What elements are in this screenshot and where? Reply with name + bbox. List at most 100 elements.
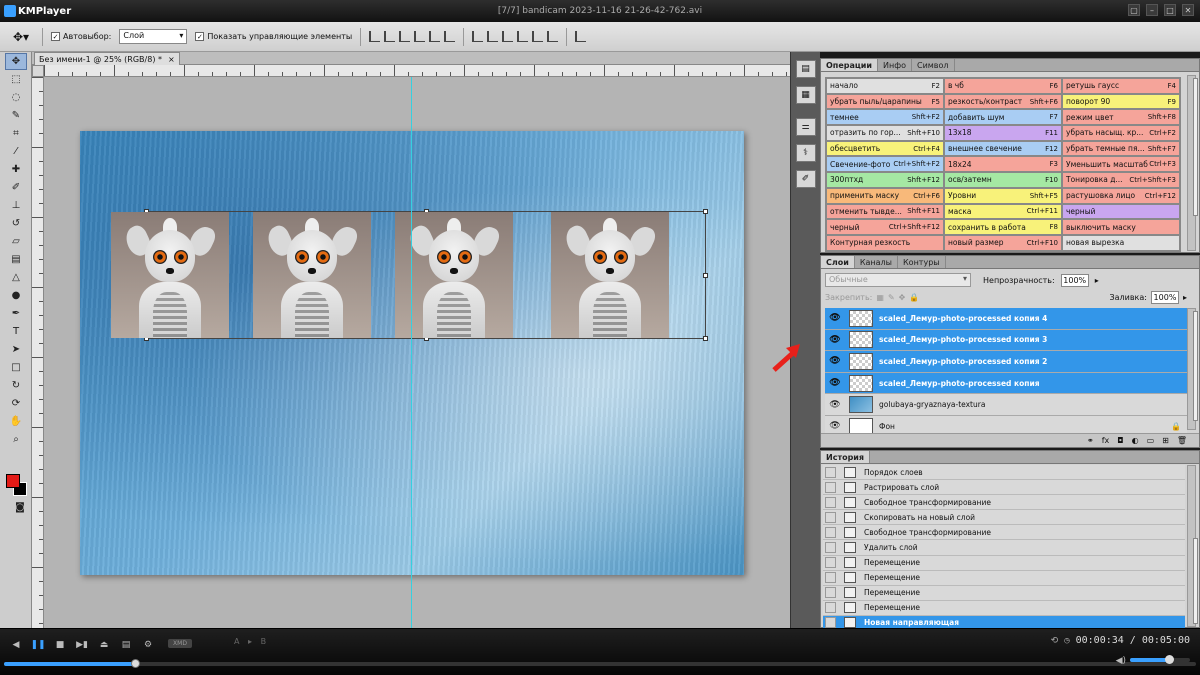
shape-tool[interactable]: □	[5, 359, 27, 376]
new-group-icon[interactable]: ▭	[1147, 436, 1155, 445]
action-button[interactable]: новая вырезка	[1062, 234, 1180, 251]
eject-icon[interactable]: ⏏	[98, 639, 110, 651]
action-button[interactable]: выключить маску	[1062, 219, 1180, 235]
volume-handle[interactable]	[1165, 655, 1174, 664]
action-button[interactable]: поворот 90 F9	[1062, 93, 1180, 110]
brush-tool[interactable]: ✐	[5, 179, 27, 196]
lemur-photo[interactable]	[111, 212, 229, 338]
zoom-tool[interactable]: ⌕	[5, 431, 27, 448]
history-item[interactable]: Растрировать слой	[823, 480, 1185, 496]
healing-brush-tool[interactable]: ✚	[5, 161, 27, 178]
repeat-icon[interactable]: ⟲	[1051, 636, 1059, 646]
align-left-icon[interactable]	[414, 31, 426, 42]
action-button[interactable]: Контурная резкость	[826, 234, 944, 251]
history-item[interactable]: Перемещение	[823, 570, 1185, 586]
snapshot-checkbox[interactable]	[825, 542, 836, 554]
history-item[interactable]: Перемещение	[823, 585, 1185, 601]
ruler-corner[interactable]	[32, 65, 44, 77]
history-brush-tool[interactable]: ↺	[5, 215, 27, 232]
fill-slider-icon[interactable]: ▸	[1183, 293, 1187, 302]
dodge-tool[interactable]: ●	[5, 287, 27, 304]
blur-tool[interactable]: △	[5, 269, 27, 286]
quick-mask-icon[interactable]: ◙	[9, 499, 31, 516]
panel-tab[interactable]: Слои	[821, 256, 855, 268]
adjustment-layer-icon[interactable]: ◐	[1132, 436, 1139, 445]
scroll-thumb[interactable]	[1193, 538, 1198, 624]
distribute-right-icon[interactable]	[547, 31, 559, 42]
quick-select-tool[interactable]: ✎	[5, 107, 27, 124]
visibility-eye-icon[interactable]: 👁	[828, 354, 842, 368]
fx-icon[interactable]: fx	[1102, 436, 1110, 445]
move-tool-preset[interactable]: ✥▾	[8, 27, 34, 47]
action-button[interactable]: Уменьшить масштаб Ctrl+F3	[1062, 156, 1180, 173]
history-panel-icon[interactable]: ▦	[795, 86, 816, 104]
action-button[interactable]: начало F2	[826, 78, 944, 94]
pin-icon[interactable]: ▢	[1128, 4, 1140, 16]
action-button[interactable]: темнее Shft+F2	[826, 109, 944, 126]
align-top-icon[interactable]	[369, 31, 381, 42]
history-item[interactable]: Скопировать на новый слой	[823, 510, 1185, 526]
distribute-top-icon[interactable]	[472, 31, 484, 42]
align-hcenter-icon[interactable]	[429, 31, 441, 42]
action-button[interactable]: добавить шум F7	[944, 109, 1062, 126]
horizontal-ruler[interactable]	[44, 65, 790, 77]
auto-select-dropdown[interactable]: Слой	[119, 29, 188, 44]
history-item[interactable]: Перемещение	[823, 555, 1185, 571]
action-button[interactable]: режим цвет Shft+F8	[1062, 109, 1180, 126]
settings-icon[interactable]: ⚙	[142, 639, 154, 651]
playlist-icon[interactable]: ▤	[120, 639, 132, 651]
3d-orbit-tool[interactable]: ⟳	[5, 395, 27, 412]
transform-handle[interactable]	[703, 209, 708, 214]
action-button[interactable]: Уровни Shft+F5	[944, 187, 1062, 204]
maximize-icon[interactable]: □	[1164, 4, 1176, 16]
visibility-eye-icon[interactable]: 👁	[828, 311, 842, 325]
actions-scrollbar[interactable]	[1187, 75, 1198, 251]
scroll-thumb[interactable]	[1193, 78, 1198, 216]
action-button[interactable]: 18x24 F3	[944, 156, 1062, 173]
lock-all-icon[interactable]: 🔒	[909, 293, 919, 302]
action-button[interactable]: отразить по гор... Shft+F10	[826, 125, 944, 141]
opacity-slider-icon[interactable]: ▸	[1095, 276, 1099, 285]
close-tab-icon[interactable]: ×	[168, 55, 175, 64]
hand-tool[interactable]: ✋	[5, 413, 27, 430]
pause-icon[interactable]: ❚❚	[30, 639, 45, 651]
action-button[interactable]: резкость/контраст Shft+F6	[944, 93, 1062, 110]
opacity-input[interactable]: 100%	[1060, 273, 1089, 287]
distribute-bottom-icon[interactable]	[502, 31, 514, 42]
action-button[interactable]: растушовка лицо Ctrl+F12	[1062, 187, 1180, 204]
seek-handle[interactable]	[131, 659, 141, 668]
visibility-eye-icon[interactable]: 👁	[828, 376, 842, 390]
distribute-hcenter-icon[interactable]	[532, 31, 544, 42]
lasso-tool[interactable]: ◌	[5, 89, 27, 106]
action-button[interactable]: осв/затемн F10	[944, 172, 1062, 188]
action-button[interactable]: убрать темные пя... Shft+F7	[1062, 140, 1180, 157]
fill-input[interactable]: 100%	[1150, 290, 1179, 304]
action-button[interactable]: в чб F6	[944, 78, 1062, 94]
vertical-ruler[interactable]	[32, 77, 44, 628]
history-scrollbar[interactable]	[1187, 465, 1198, 627]
action-button[interactable]: убрать насыщ. кр... Ctrl+F2	[1062, 125, 1180, 141]
next-icon[interactable]: ▶▮	[76, 639, 88, 651]
type-tool[interactable]: T	[5, 323, 27, 340]
snapshot-checkbox[interactable]	[825, 602, 836, 614]
align-vcenter-icon[interactable]	[384, 31, 396, 42]
layer-row[interactable]: 👁 scaled_Лемур-photo-processed копия 3	[825, 329, 1187, 352]
scroll-thumb[interactable]	[1193, 311, 1198, 421]
action-button[interactable]: применить маску Ctrl+F6	[826, 187, 944, 204]
layer-row[interactable]: 👁 scaled_Лемур-photo-processed копия	[825, 372, 1187, 395]
foreground-color-swatch[interactable]	[6, 474, 20, 488]
add-mask-icon[interactable]: ◘	[1117, 436, 1123, 445]
snapshot-checkbox[interactable]	[825, 466, 836, 478]
layer-row[interactable]: 👁 golubaya-gryaznaya-textura	[825, 394, 1187, 416]
action-button[interactable]: черный Ctrl+Shft+F12	[826, 219, 944, 235]
kmplayer-logo[interactable]: KMPlayer	[4, 5, 71, 17]
document-tab[interactable]: Без имени-1 @ 25% (RGB/8) * ×	[34, 52, 180, 65]
snapshot-checkbox[interactable]	[825, 572, 836, 584]
history-item[interactable]: Порядок слоев	[823, 465, 1185, 481]
layers-scrollbar[interactable]	[1187, 308, 1198, 430]
volume-slider[interactable]	[1130, 655, 1190, 664]
eraser-tool[interactable]: ▱	[5, 233, 27, 250]
seek-bar[interactable]	[4, 659, 1196, 668]
visibility-eye-icon[interactable]: 👁	[828, 333, 842, 347]
snapshot-checkbox[interactable]	[825, 557, 836, 569]
